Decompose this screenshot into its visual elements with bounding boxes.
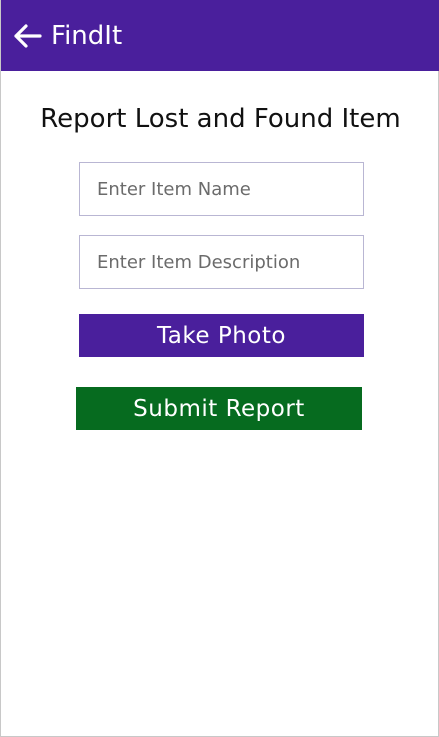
report-screen: FindIt Report Lost and Found Item Take P…: [0, 0, 439, 737]
item-description-input[interactable]: [79, 235, 364, 289]
arrow-left-icon[interactable]: [11, 20, 43, 52]
submit-report-button[interactable]: Submit Report: [76, 387, 362, 430]
app-title: FindIt: [51, 21, 123, 51]
app-bar: FindIt: [1, 0, 439, 71]
page-title: Report Lost and Found Item: [40, 104, 401, 134]
item-name-input[interactable]: [79, 162, 364, 216]
take-photo-button[interactable]: Take Photo: [79, 314, 364, 357]
